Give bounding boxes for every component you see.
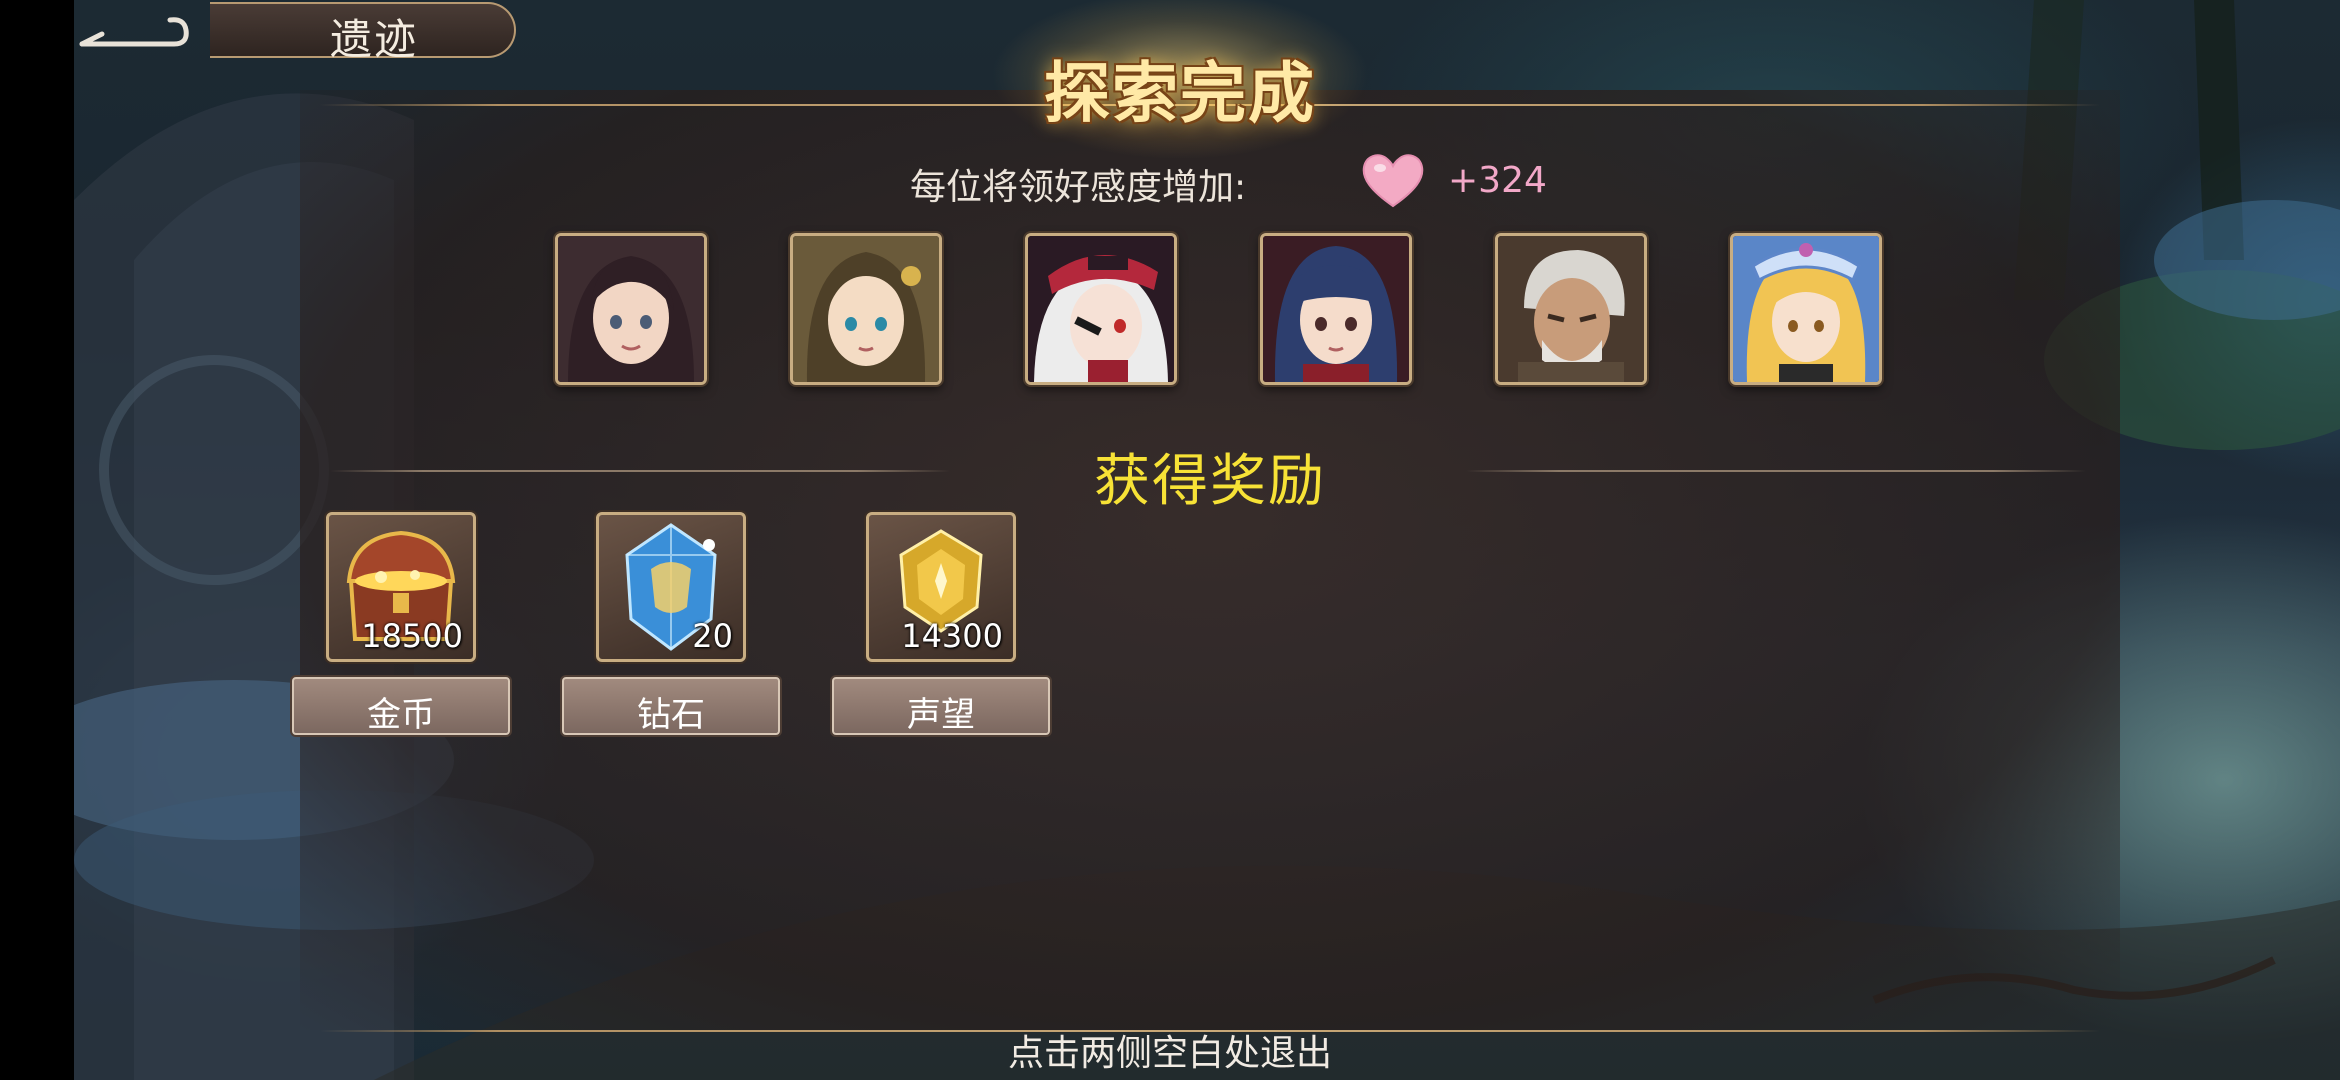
result-panel <box>300 90 2120 1030</box>
reward-qty-gold: 18500 <box>361 617 463 655</box>
hero-portrait-2[interactable] <box>790 233 942 385</box>
hero-avatar-1 <box>558 236 704 382</box>
reward-name-gold: 金币 <box>367 695 435 735</box>
reward-name-diamond: 钻石 <box>637 695 705 735</box>
reward-name-plate-prestige: 声望 <box>832 677 1050 735</box>
back-button[interactable] <box>74 4 194 54</box>
rewards-title: 获得奖励 <box>1094 449 1326 514</box>
hero-portrait-4[interactable] <box>1260 233 1412 385</box>
hero-avatar-4 <box>1263 236 1409 382</box>
hero-avatar-6 <box>1733 236 1879 382</box>
hero-avatar-2 <box>793 236 939 382</box>
banner-text: 探索完成 <box>1044 55 1316 132</box>
reward-name-plate-gold: 金币 <box>292 677 510 735</box>
page-title: 遗迹 <box>330 15 419 64</box>
exit-hint: 点击两侧空白处退出 <box>1007 1033 1332 1074</box>
reward-qty-prestige: 14300 <box>901 617 1003 655</box>
back-arrow-icon <box>79 17 189 47</box>
reward-qty-diamond: 20 <box>692 617 733 655</box>
reward-name-plate-diamond: 钻石 <box>562 677 780 735</box>
reward-name-prestige: 声望 <box>907 695 975 735</box>
hero-portrait-6[interactable] <box>1730 233 1882 385</box>
rewards-divider-left <box>330 470 950 472</box>
exploration-complete-banner: 探索完成 <box>990 0 1370 160</box>
hero-portrait-3[interactable] <box>1025 233 1177 385</box>
reward-item-prestige[interactable]: 14300 <box>866 512 1016 662</box>
favor-label: 每位将领好感度增加: <box>910 167 1247 208</box>
reward-item-gold[interactable]: 18500 <box>326 512 476 662</box>
hero-avatar-3 <box>1028 236 1174 382</box>
reward-item-diamond[interactable]: 20 <box>596 512 746 662</box>
heart-icon <box>1362 154 1424 208</box>
hero-portrait-5[interactable] <box>1495 233 1647 385</box>
hero-portrait-1[interactable] <box>555 233 707 385</box>
hero-avatar-5 <box>1498 236 1644 382</box>
exploration-result-screen[interactable]: 遗迹 探索完成 每位将领好感度增加: +324 获得奖励 18500 金币 20… <box>0 0 2340 1080</box>
favor-value: +324 <box>1448 160 1547 201</box>
rewards-divider-right <box>1466 470 2086 472</box>
